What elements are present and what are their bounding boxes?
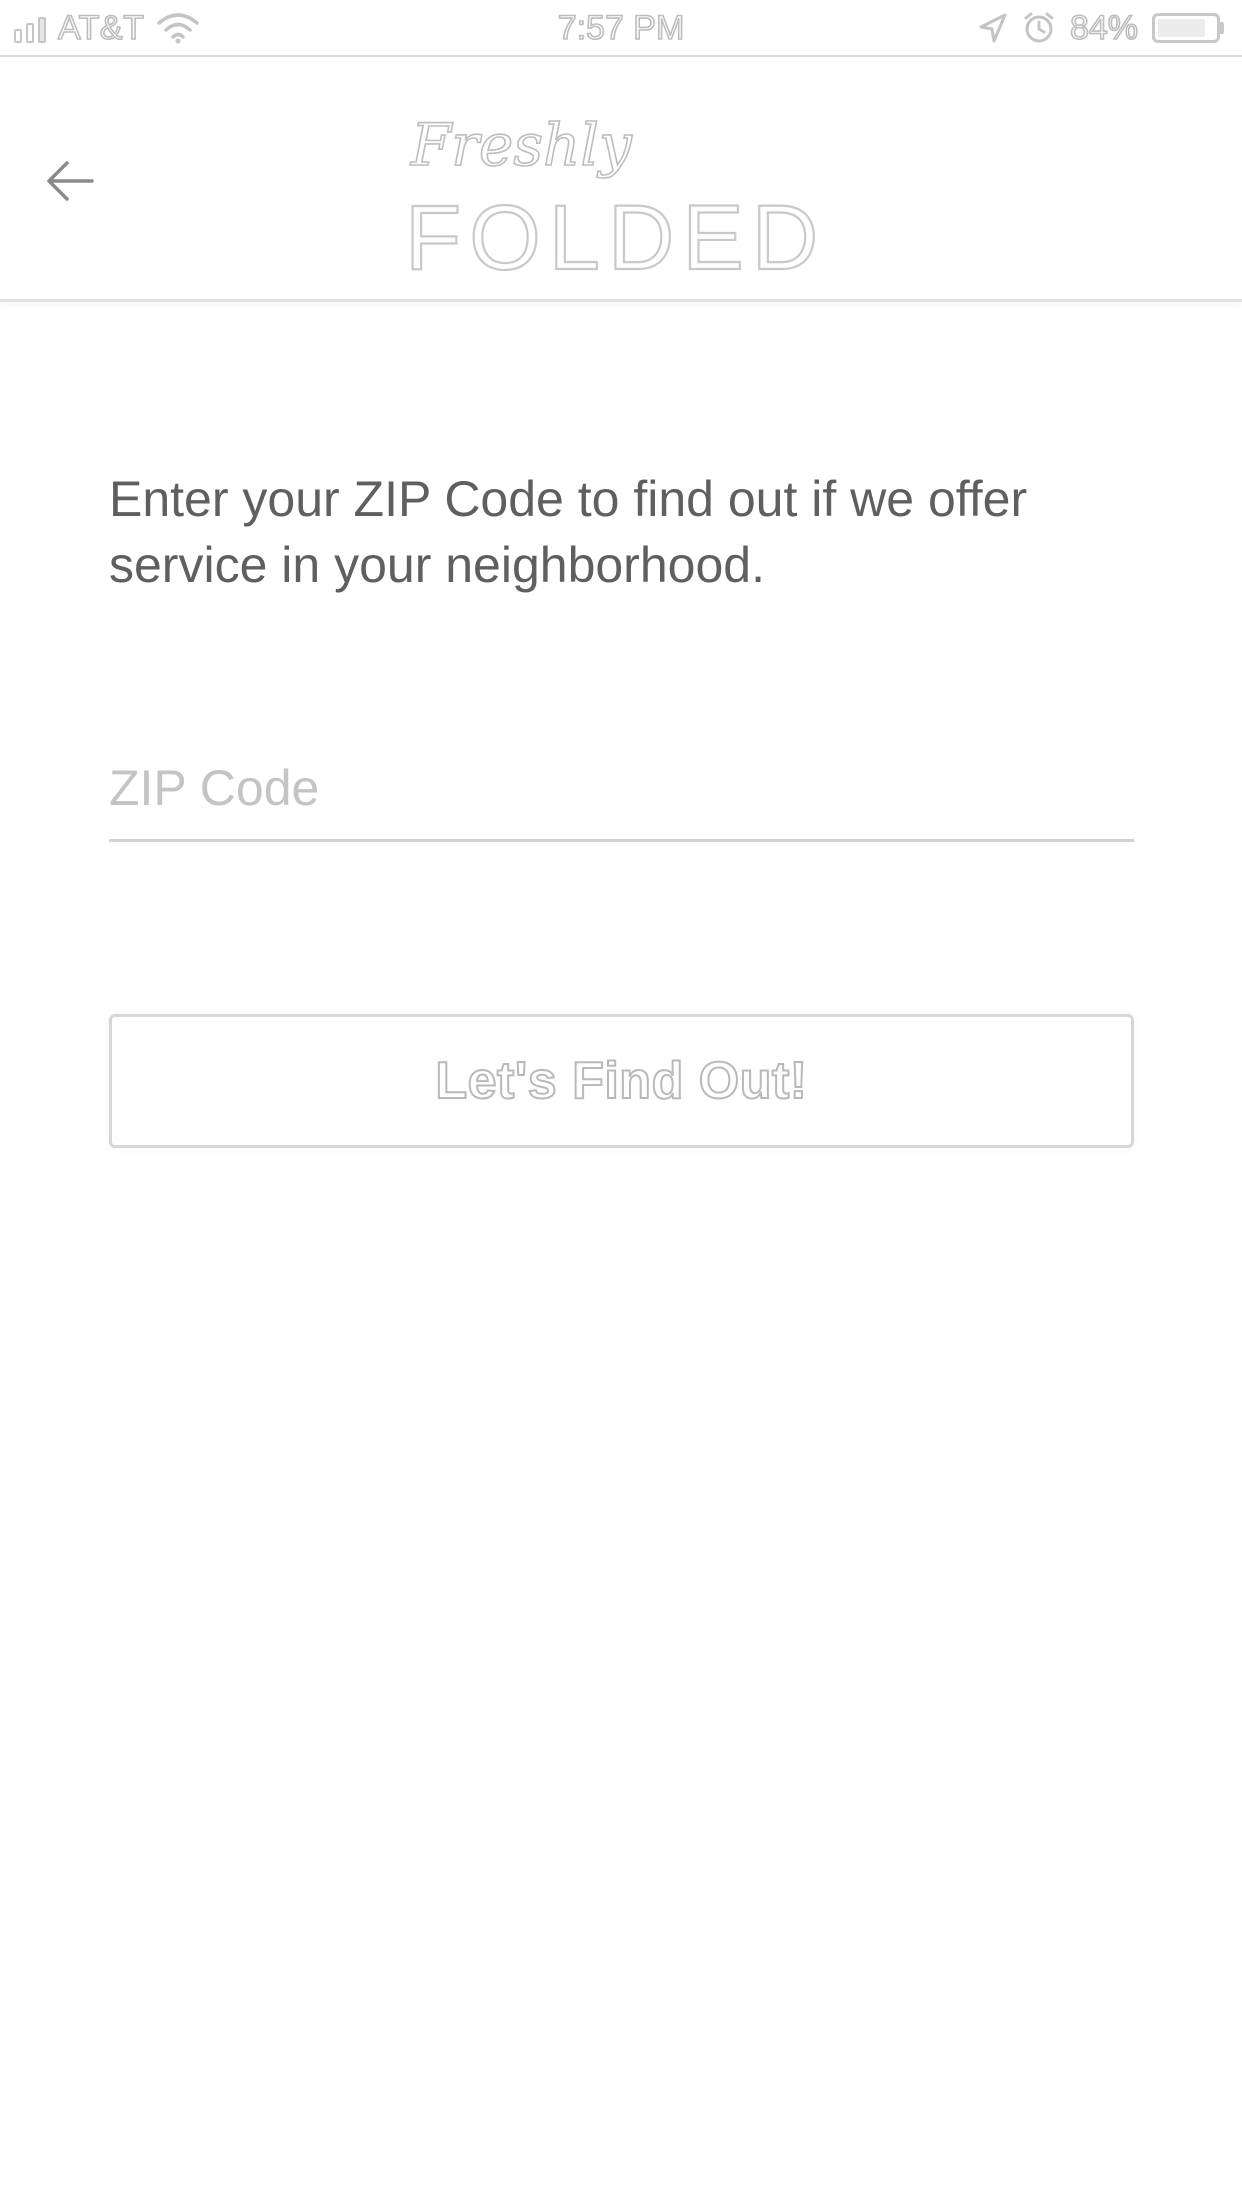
lets-find-out-button[interactable]: Let's Find Out! xyxy=(109,1014,1134,1148)
alarm-icon xyxy=(1022,11,1056,45)
location-arrow-icon xyxy=(978,12,1008,44)
status-bar: AT&T 7:57 PM 84% xyxy=(0,0,1242,57)
battery-tip xyxy=(1220,22,1224,34)
battery-percent: 84% xyxy=(1069,8,1139,48)
zip-code-field xyxy=(109,745,1134,842)
status-right: 84% xyxy=(978,6,1224,50)
back-button[interactable] xyxy=(30,141,110,221)
arrow-left-icon xyxy=(44,159,96,203)
app-header: Freshly FOLDED xyxy=(0,57,1242,302)
battery-fill xyxy=(1158,19,1206,37)
zip-code-input[interactable] xyxy=(109,745,1134,831)
logo-script-text: Freshly xyxy=(410,111,633,179)
zip-prompt-text: Enter your ZIP Code to find out if we of… xyxy=(109,471,1028,593)
battery-icon xyxy=(1152,13,1224,43)
logo-block-text: FOLDED xyxy=(405,187,826,277)
brand-logo: Freshly FOLDED xyxy=(405,97,835,277)
battery-body xyxy=(1152,13,1220,43)
